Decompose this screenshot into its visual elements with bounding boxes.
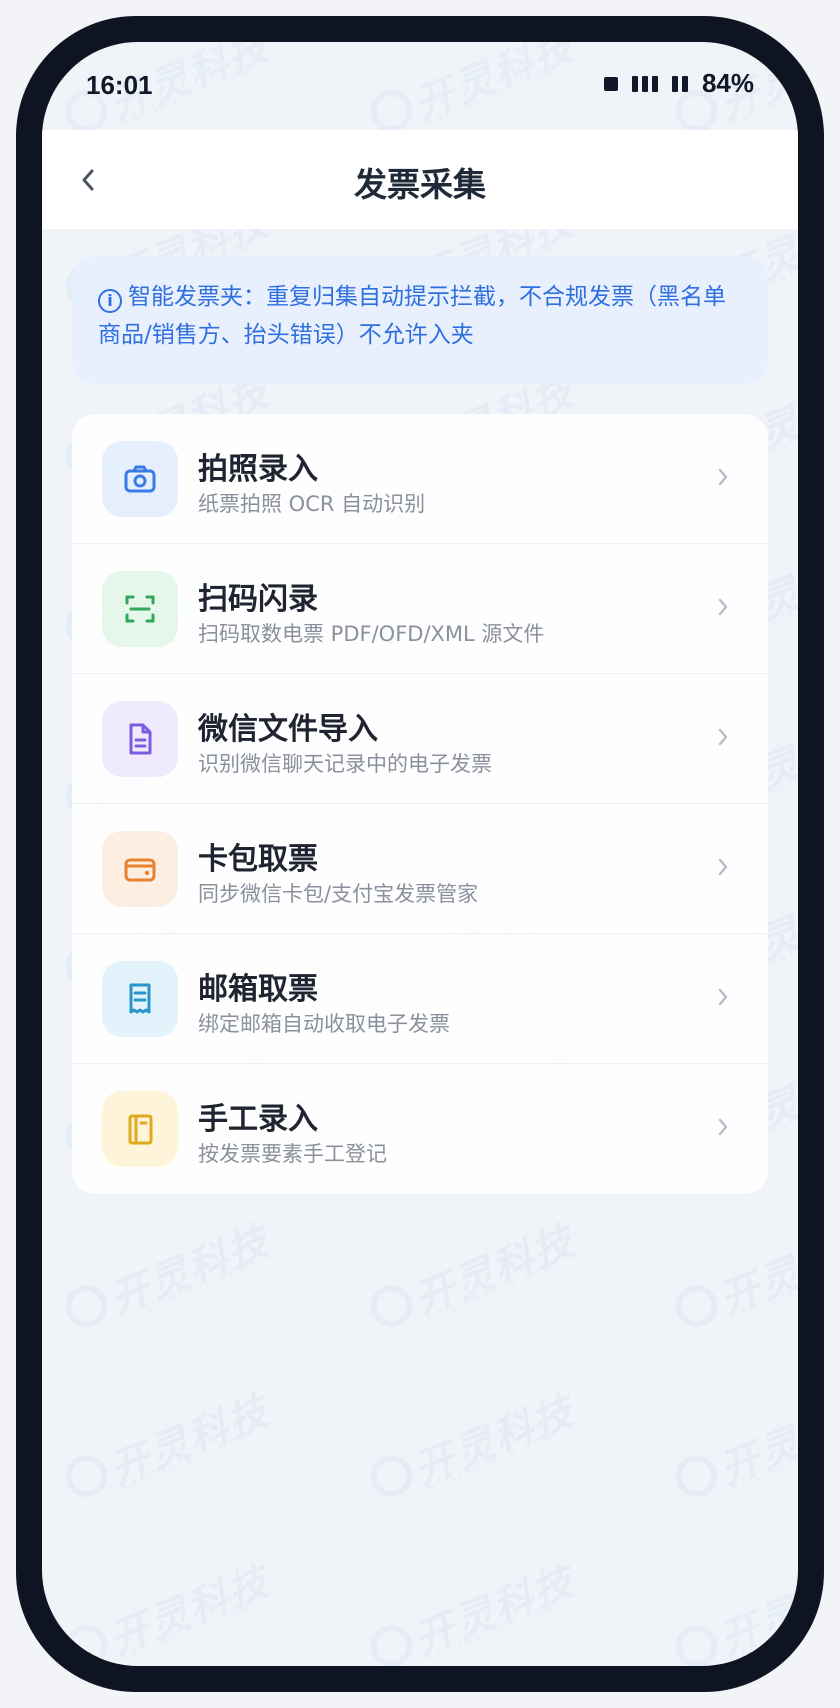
watermark-text: 开灵科技 [103,1558,276,1663]
method-manual-entry[interactable]: 手工录入 按发票要素手工登记 [72,1064,768,1194]
method-email-entry[interactable]: 邮箱取票 绑定邮箱自动收取电子发票 [72,934,768,1064]
wifi-icon [671,75,688,92]
watermark-text: 开灵科技 [103,1388,276,1493]
watermark-logo: 开灵科技KAILINGTECK.COM [357,1373,581,1531]
watermark-text: 开灵科技 [408,1388,581,1493]
status-indicators: 84% [603,68,754,99]
nav-bar: 发票采集 [42,130,798,230]
chevron-right-icon [708,982,738,1012]
chevron-right-icon [708,462,738,492]
watermark-text: 开灵科技 [408,1218,581,1323]
file-icon [102,701,178,777]
chevron-right-icon [708,722,738,752]
watermark-logo: 开灵科技KAILINGTECK.COM [662,1203,798,1361]
notice-text: 智能发票夹：重复归集自动提示拦截，不合规发票（黑名单商品/销售方、抬头错误）不允… [98,284,726,348]
chevron-right-icon [708,592,738,622]
notebook-icon [102,1091,178,1167]
status-bar: 16:01 84% [42,42,798,130]
method-subtitle: 识别微信聊天记录中的电子发票 [198,752,492,776]
page-title: 发票采集 [354,165,486,204]
notice-banner: i 智能发票夹：重复归集自动提示拦截，不合规发票（黑名单商品/销售方、抬头错误）不… [72,256,768,384]
chevron-right-icon [708,852,738,882]
watermark-logo: 开灵科技KAILINGTECK.COM [52,1543,276,1666]
watermark-logo: 开灵科技KAILINGTECK.COM [52,1373,276,1531]
watermark-subtext: KAILINGTECK.COM [120,1601,252,1663]
camera-icon [102,441,178,517]
method-subtitle: 按发票要素手工登记 [198,1142,387,1166]
method-wechat-file-entry[interactable]: 微信文件导入 识别微信聊天记录中的电子发票 [72,674,768,804]
receipt-icon [102,961,178,1037]
method-title: 微信文件导入 [198,712,378,747]
scan-icon [102,571,178,647]
method-photo-entry[interactable]: 拍照录入 纸票拍照 OCR 自动识别 [72,414,768,544]
method-title: 手工录入 [198,1102,318,1137]
watermark-text: 开灵科技 [408,1558,581,1663]
info-icon: i [98,289,122,313]
method-subtitle: 纸票拍照 OCR 自动识别 [198,492,426,516]
method-scan-entry[interactable]: 扫码闪录 扫码取数电票 PDF/OFD/XML 源文件 [72,544,768,674]
method-card-package-entry[interactable]: 卡包取票 同步微信卡包/支付宝发票管家 [72,804,768,934]
signal-icon [631,75,658,92]
watermark-subtext: KAILINGTECK.COM [425,1601,557,1663]
status-time: 16:01 [86,70,153,100]
chevron-right-icon [708,1112,738,1142]
method-subtitle: 同步微信卡包/支付宝发票管家 [198,882,479,906]
watermark-subtext: KAILINGTECK.COM [425,1261,557,1323]
watermark-text: 开灵科技 [713,1218,798,1323]
watermark-logo: 开灵科技KAILINGTECK.COM [52,1203,276,1361]
notification-dot-icon [603,76,618,91]
watermark-text: 开灵科技 [103,1218,276,1323]
method-title: 拍照录入 [198,452,318,487]
method-title: 卡包取票 [198,842,318,877]
battery-level: 84% [701,68,754,98]
method-title: 扫码闪录 [198,582,318,617]
watermark-text: 开灵科技 [713,1388,798,1493]
wallet-icon [102,831,178,907]
method-title: 邮箱取票 [198,972,318,1007]
method-subtitle: 绑定邮箱自动收取电子发票 [198,1012,450,1036]
watermark-subtext: KAILINGTECK.COM [425,1431,557,1493]
watermark-subtext: KAILINGTECK.COM [730,1431,798,1493]
method-subtitle: 扫码取数电票 PDF/OFD/XML 源文件 [198,622,545,646]
phone-screen: 16:01 84% 发票采集 i 智能发票夹：重复归集自动提示拦截，不合规发票（黑… [42,42,798,1666]
watermark-logo: 开灵科技KAILINGTECK.COM [357,1543,581,1666]
watermark-logo: 开灵科技KAILINGTECK.COM [357,1203,581,1361]
watermark-subtext: KAILINGTECK.COM [120,1431,252,1493]
collect-method-list: 拍照录入 纸票拍照 OCR 自动识别 扫码闪录 扫码取数电票 PDF/OFD/X… [72,414,768,1194]
watermark-subtext: KAILINGTECK.COM [730,1261,798,1323]
watermark-logo: 开灵科技KAILINGTECK.COM [662,1373,798,1531]
watermark-subtext: KAILINGTECK.COM [120,1261,252,1323]
